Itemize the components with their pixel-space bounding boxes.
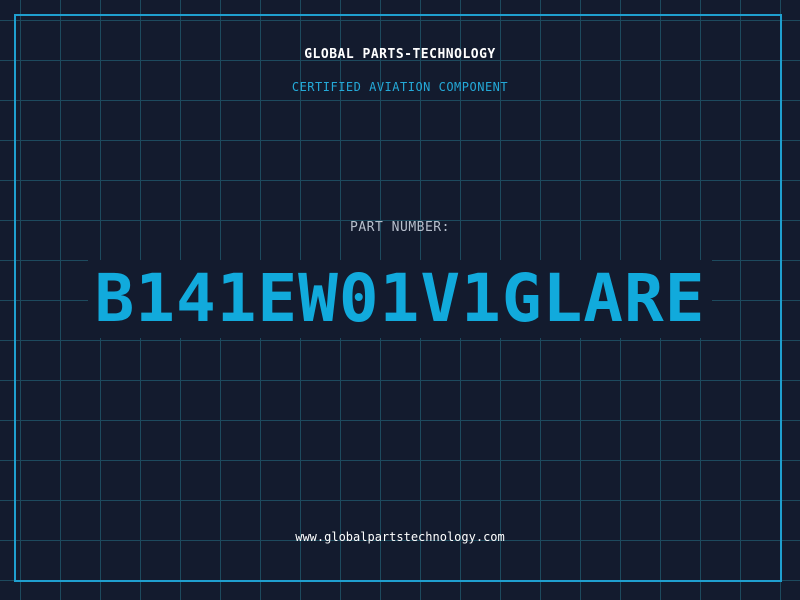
- website-url: www.globalpartstechnology.com: [295, 530, 505, 544]
- part-number-label: PART NUMBER:: [350, 220, 450, 235]
- blueprint-canvas: GLOBAL PARTS-TECHNOLOGY CERTIFIED AVIATI…: [0, 0, 800, 600]
- part-number-container: B141EW01V1GLARE: [0, 260, 800, 338]
- part-number-value: B141EW01V1GLARE: [88, 260, 712, 338]
- certification-subtitle: CERTIFIED AVIATION COMPONENT: [291, 80, 509, 94]
- company-name: GLOBAL PARTS-TECHNOLOGY: [304, 47, 496, 62]
